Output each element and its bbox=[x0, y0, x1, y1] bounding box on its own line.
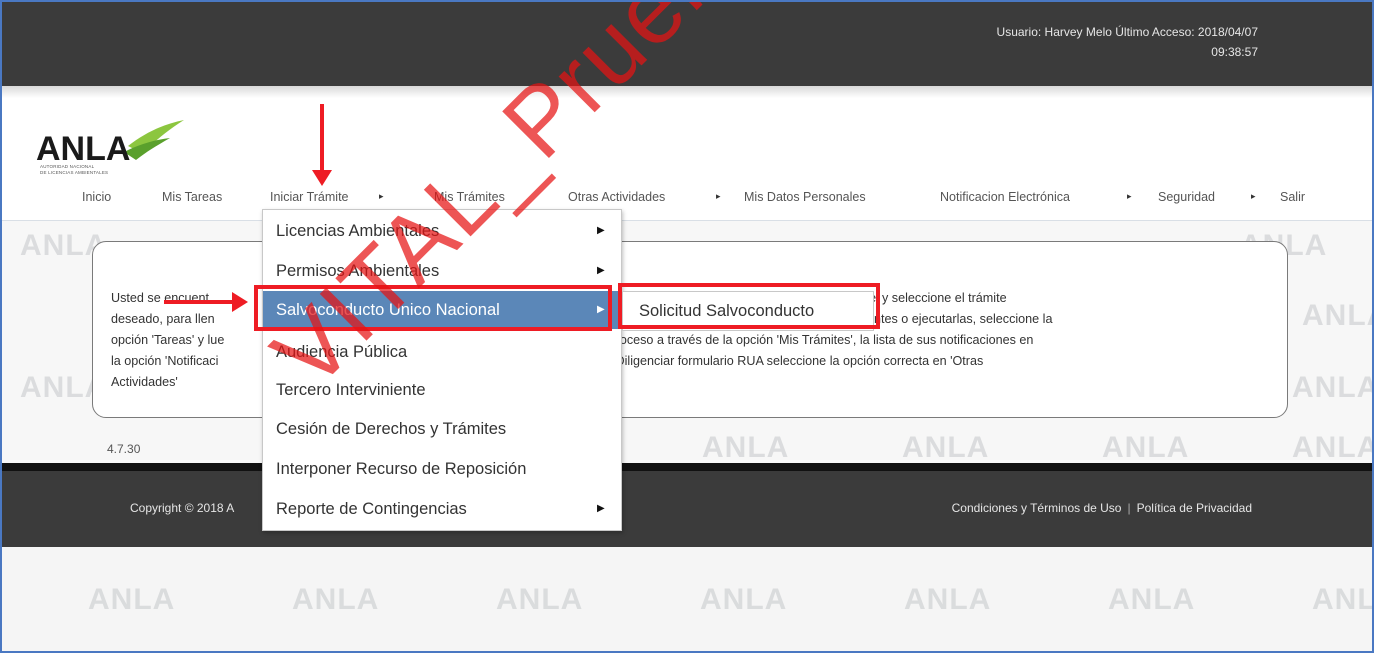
footer-top-band bbox=[2, 463, 1372, 471]
nav-inicio[interactable]: Inicio bbox=[82, 190, 111, 204]
nav-notificacion-arrow-icon: ▸ bbox=[1127, 191, 1132, 201]
iniciar-tramite-dropdown: Licencias Ambientales ▶ Permisos Ambienta… bbox=[262, 209, 622, 531]
app-version: 4.7.30 bbox=[107, 442, 141, 456]
menu-item-licencias-ambientales[interactable]: Licencias Ambientales ▶ bbox=[263, 212, 621, 250]
footer-links: Condiciones y Términos de Uso | Política d… bbox=[952, 501, 1252, 515]
header-shadow bbox=[2, 86, 1372, 98]
watermark-tile: ANLA bbox=[496, 583, 584, 616]
annotation-arrow-right-head bbox=[232, 292, 248, 312]
site-footer: Copyright © 2018 A Condiciones y Término… bbox=[2, 471, 1372, 547]
menu-item-reporte-contingencias[interactable]: Reporte de Contingencias ▶ bbox=[263, 490, 621, 528]
watermark-tile: ANLA bbox=[88, 583, 176, 616]
site-header: ANLA AUTORIDAD NACIONAL DE LICENCIAS AMB… bbox=[2, 98, 1372, 220]
terms-link[interactable]: Condiciones y Términos de Uso bbox=[952, 501, 1122, 515]
lower-background: ANLA ANLA ANLA ANLA ANLA ANLA ANLA bbox=[2, 547, 1372, 651]
highlight-salvoconducto bbox=[254, 285, 612, 331]
logo-subtitle: AUTORIDAD NACIONAL DE LICENCIAS AMBIENTA… bbox=[40, 164, 160, 176]
highlight-solicitud bbox=[618, 283, 880, 329]
watermark-tile: ANLA bbox=[702, 431, 790, 464]
menu-item-tercero-interviniente[interactable]: Tercero Interviniente bbox=[263, 371, 621, 409]
annotation-arrow-right bbox=[164, 300, 236, 304]
nav-salir[interactable]: Salir bbox=[1280, 190, 1305, 204]
watermark-tile: ANLA bbox=[904, 583, 992, 616]
nav-mis-tramites[interactable]: Mis Trámites bbox=[434, 190, 505, 204]
nav-iniciar-tramite-arrow-icon: ▸ bbox=[379, 191, 384, 201]
menu-item-interponer-recurso[interactable]: Interponer Recurso de Reposición bbox=[263, 450, 621, 488]
menu-item-cesion-derechos-tramites[interactable]: Cesión de Derechos y Trámites bbox=[263, 410, 621, 448]
last-access-time: 09:38:57 bbox=[1211, 45, 1258, 59]
logo-subtitle-line2: DE LICENCIAS AMBIENTALES bbox=[40, 170, 109, 175]
app-window: Usuario: Harvey Melo Último Acceso: 2018… bbox=[0, 0, 1374, 653]
user-info: Usuario: Harvey Melo Último Acceso: 2018… bbox=[898, 22, 1258, 62]
copyright-text: Copyright © 2018 A bbox=[130, 501, 235, 515]
top-bar: Usuario: Harvey Melo Último Acceso: 2018… bbox=[2, 2, 1372, 86]
watermark-tile: ANLA bbox=[1102, 431, 1190, 464]
footer-separator: | bbox=[1127, 501, 1131, 515]
watermark-tile: ANLA bbox=[1292, 371, 1374, 404]
user-last-access: Usuario: Harvey Melo Último Acceso: 2018… bbox=[996, 25, 1258, 39]
watermark-tile: ANLA bbox=[902, 431, 990, 464]
nav-mis-datos-personales[interactable]: Mis Datos Personales bbox=[744, 190, 866, 204]
annotation-arrow-down-head bbox=[312, 170, 332, 186]
watermark-tile: ANLA bbox=[1108, 583, 1196, 616]
submenu-caret-icon: ▶ bbox=[597, 225, 605, 236]
logo-text: ANLA bbox=[36, 130, 130, 168]
submenu-caret-icon: ▶ bbox=[597, 503, 605, 514]
annotation-arrow-down bbox=[320, 104, 324, 174]
nav-otras-actividades-arrow-icon: ▸ bbox=[716, 191, 721, 201]
menu-item-audiencia-publica[interactable]: Audiencia Pública bbox=[263, 333, 621, 371]
main-nav: Inicio Mis Tareas Iniciar Trámite ▸ Mis … bbox=[2, 186, 1372, 210]
nav-notificacion-electronica[interactable]: Notificacion Electrónica bbox=[940, 190, 1070, 204]
privacy-link[interactable]: Política de Privacidad bbox=[1137, 501, 1252, 515]
watermark-tile: ANLA bbox=[700, 583, 788, 616]
nav-iniciar-tramite[interactable]: Iniciar Trámite bbox=[270, 190, 349, 204]
watermark-tile: ANLA bbox=[292, 583, 380, 616]
main-content: ANLA ANLA ANLA ANLA ANLA ANLA ANLA ANLA … bbox=[2, 221, 1374, 464]
watermark-tile: ANLA bbox=[1302, 299, 1372, 332]
watermark-tile: ANLA bbox=[1312, 583, 1372, 616]
watermark-tile: ANLA bbox=[1292, 431, 1374, 464]
nav-seguridad-arrow-icon: ▸ bbox=[1251, 191, 1256, 201]
nav-mis-tareas[interactable]: Mis Tareas bbox=[162, 190, 222, 204]
nav-seguridad[interactable]: Seguridad bbox=[1158, 190, 1215, 204]
nav-otras-actividades[interactable]: Otras Actividades bbox=[568, 190, 665, 204]
